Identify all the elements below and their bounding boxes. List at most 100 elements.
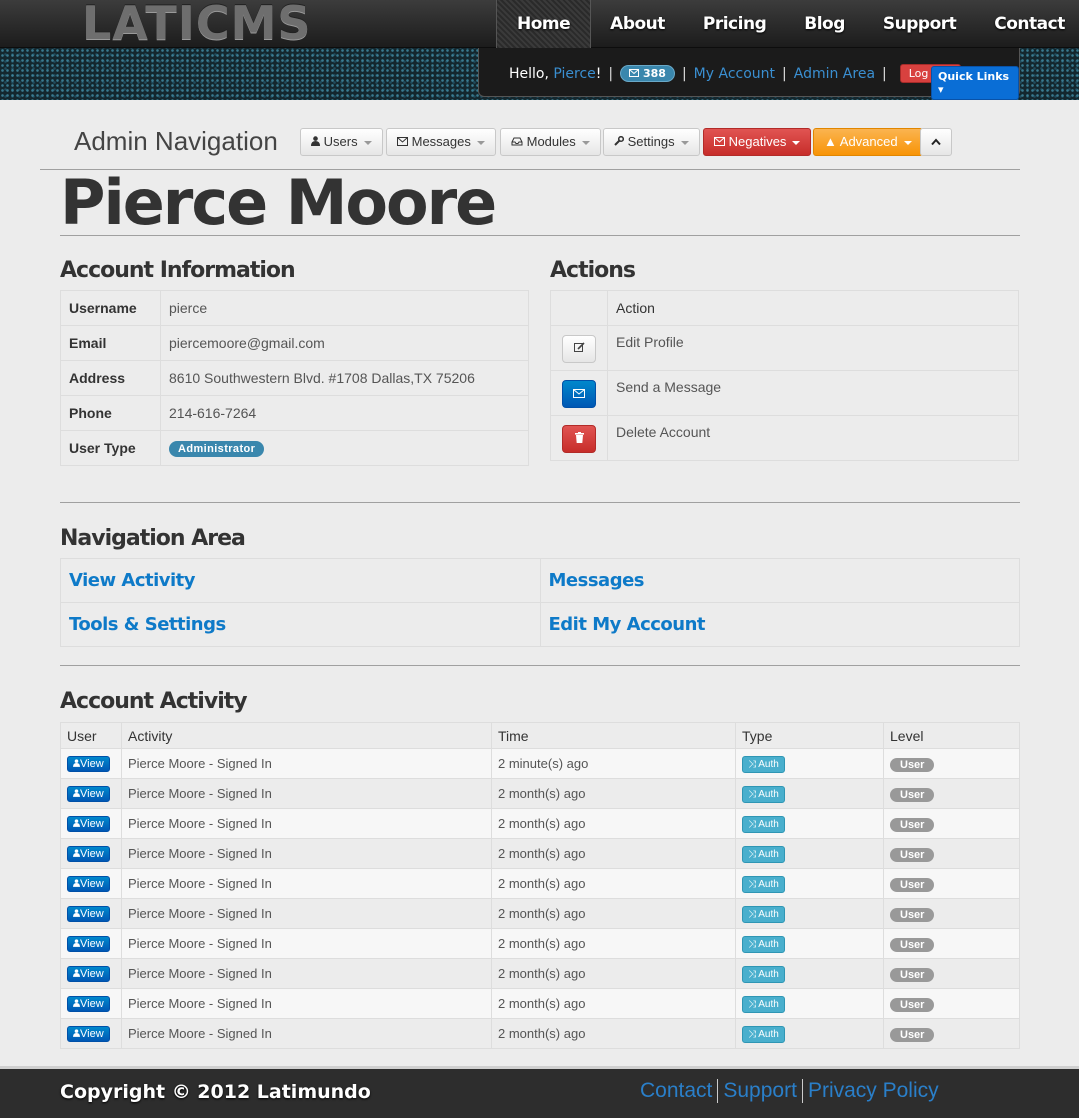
edit-profile-button[interactable] <box>562 335 596 363</box>
user-icon <box>73 999 80 1007</box>
username-link[interactable]: Pierce <box>553 66 595 82</box>
send-message-button[interactable] <box>562 380 596 408</box>
user-type-badge: Administrator <box>169 441 265 457</box>
messages-badge[interactable]: 388 <box>620 65 675 82</box>
nav-blog[interactable]: Blog <box>785 0 864 48</box>
view-label: View <box>80 1028 104 1040</box>
type-label: Auth <box>758 938 779 950</box>
level-badge: User <box>890 787 935 802</box>
caret-down-icon <box>792 140 801 145</box>
action-label[interactable]: Delete Account <box>607 415 1019 461</box>
activity-cell: Pierce Moore - Signed In <box>121 868 492 899</box>
time-cell: 2 month(s) ago <box>491 778 736 809</box>
view-user-button[interactable]: View <box>67 936 110 952</box>
settings-dropdown[interactable]: Settings <box>603 128 700 156</box>
delete-account-button[interactable] <box>562 425 596 453</box>
type-badge: ⤨ Auth <box>742 905 785 923</box>
nav-contact[interactable]: Contact <box>975 0 1079 48</box>
nav-home[interactable]: Home <box>496 0 592 48</box>
edit-my-account-link[interactable]: Edit My Account <box>549 614 706 635</box>
footer-contact-link[interactable]: Contact <box>640 1079 717 1103</box>
view-user-button[interactable]: View <box>67 876 110 892</box>
separator: | <box>782 65 787 82</box>
view-user-button[interactable]: View <box>67 1026 110 1042</box>
quick-links-dropdown[interactable]: Quick Links ▾ <box>931 66 1019 100</box>
activity-cell: Pierce Moore - Signed In <box>121 748 492 779</box>
type-label: Auth <box>758 968 779 980</box>
user-icon <box>311 136 320 146</box>
my-account-link[interactable]: My Account <box>694 66 775 82</box>
view-user-button[interactable]: View <box>67 846 110 862</box>
caret-down-icon: ▾ <box>938 83 944 96</box>
view-user-button[interactable]: View <box>67 756 110 772</box>
activity-row: View Pierce Moore - Signed In 2 month(s) a… <box>60 1018 1020 1049</box>
view-user-button[interactable]: View <box>67 996 110 1012</box>
fire-icon: ▲ <box>824 134 837 149</box>
messages-dropdown[interactable]: Messages <box>386 128 496 156</box>
tools-settings-link[interactable]: Tools & Settings <box>69 614 226 635</box>
type-badge: ⤨ Auth <box>742 875 785 893</box>
time-cell: 2 month(s) ago <box>491 1018 736 1049</box>
actions-header: Action <box>616 300 655 316</box>
type-badge: ⤨ Auth <box>742 1025 785 1043</box>
level-badge: User <box>890 817 935 832</box>
level-badge: User <box>890 907 935 922</box>
messages-link[interactable]: Messages <box>549 570 645 591</box>
shuffle-icon: ⤨ <box>748 968 756 980</box>
view-label: View <box>80 848 104 860</box>
time-cell: 2 minute(s) ago <box>491 748 736 779</box>
admin-nav-title: Admin Navigation <box>74 126 278 156</box>
envelope-icon <box>629 69 640 77</box>
level-badge: User <box>890 1027 935 1042</box>
level-badge: User <box>890 877 935 892</box>
activity-cell: Pierce Moore - Signed In <box>121 898 492 929</box>
actions-table: Action Edit Profile Send a Message Delet… <box>550 290 1019 461</box>
site-logo[interactable]: LATICMS <box>82 0 312 50</box>
user-icon <box>73 939 80 947</box>
caret-down-icon <box>363 140 372 145</box>
view-label: View <box>80 878 104 890</box>
type-badge: ⤨ Auth <box>742 845 785 863</box>
account-info-table: Username pierce Email piercemoore@gmail.… <box>60 290 529 466</box>
user-icon <box>73 909 80 917</box>
view-user-button[interactable]: View <box>67 786 110 802</box>
view-label: View <box>80 968 104 980</box>
nav-about[interactable]: About <box>591 0 684 48</box>
time-cell: 2 month(s) ago <box>491 958 736 989</box>
shuffle-icon: ⤨ <box>748 1028 756 1040</box>
actions-title: Actions <box>550 258 636 283</box>
admin-area-link[interactable]: Admin Area <box>794 66 875 82</box>
view-activity-link[interactable]: View Activity <box>69 570 196 591</box>
activity-cell: Pierce Moore - Signed In <box>121 838 492 869</box>
activity-cell: Pierce Moore - Signed In <box>121 928 492 959</box>
main-nav: Home About Pricing Blog Support Contact <box>496 0 1079 48</box>
level-badge: User <box>890 997 935 1012</box>
shuffle-icon: ⤨ <box>748 908 756 920</box>
action-label[interactable]: Edit Profile <box>607 325 1019 371</box>
negatives-dropdown[interactable]: Negatives <box>703 128 812 156</box>
collapse-button[interactable] <box>920 128 952 156</box>
action-row-send-message: Send a Message <box>550 370 1019 416</box>
footer-privacy-link[interactable]: Privacy Policy <box>801 1079 944 1103</box>
shuffle-icon: ⤨ <box>748 818 756 830</box>
shuffle-icon: ⤨ <box>748 788 756 800</box>
activity-cell: Pierce Moore - Signed In <box>121 778 492 809</box>
user-icon <box>73 759 80 767</box>
activity-header-row: User Activity Time Type Level <box>61 722 1020 749</box>
user-icon <box>73 819 80 827</box>
nav-pricing[interactable]: Pricing <box>684 0 785 48</box>
nav-support[interactable]: Support <box>864 0 975 48</box>
site-footer: Copyright © 2012 Latimundo Contact Suppo… <box>0 1066 1079 1118</box>
view-user-button[interactable]: View <box>67 816 110 832</box>
view-user-button[interactable]: View <box>67 906 110 922</box>
view-user-button[interactable]: View <box>67 966 110 982</box>
footer-support-link[interactable]: Support <box>717 1079 802 1103</box>
modules-dropdown[interactable]: Modules <box>500 128 601 156</box>
activity-row: View Pierce Moore - Signed In 2 minute(s) … <box>60 748 1020 779</box>
advanced-dropdown[interactable]: ▲ Advanced <box>813 128 923 156</box>
quick-links-label: Quick Links <box>938 70 1010 83</box>
action-row-delete-account: Delete Account <box>550 415 1019 461</box>
action-label[interactable]: Send a Message <box>607 370 1019 416</box>
users-dropdown[interactable]: Users <box>300 128 383 156</box>
column-header: Time <box>491 722 736 749</box>
